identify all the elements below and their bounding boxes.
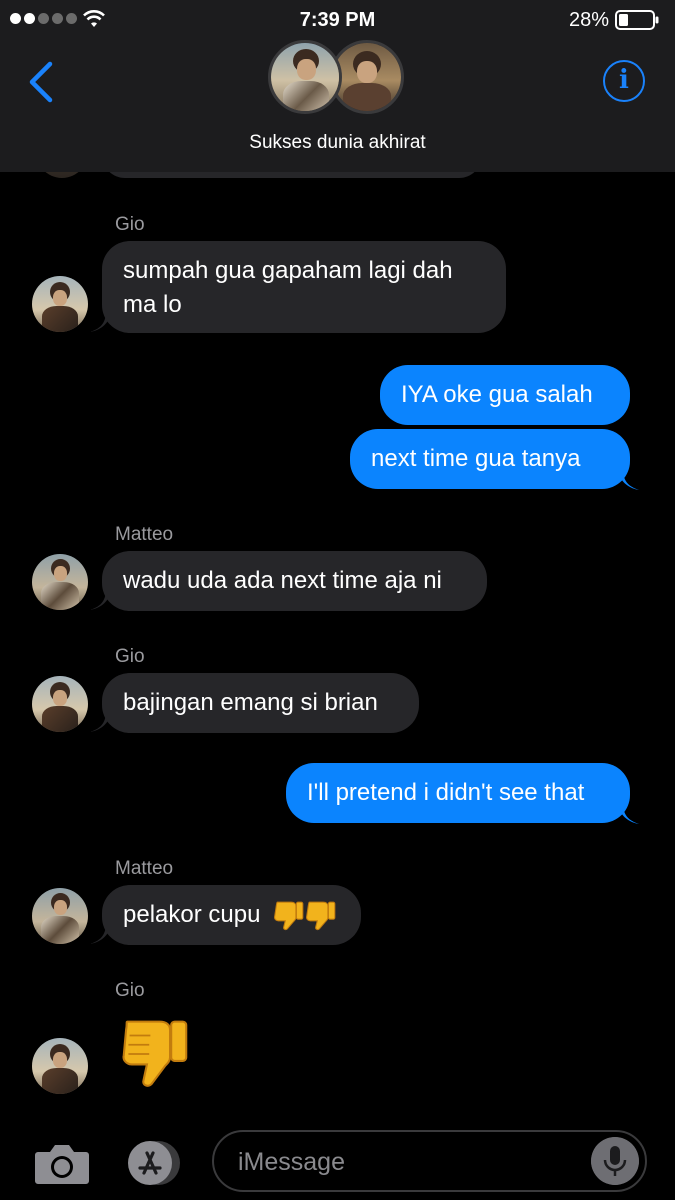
message-text: next time gua tanya — [371, 445, 581, 472]
message-input[interactable] — [238, 1144, 578, 1180]
sender-avatar — [32, 554, 88, 610]
conversation-header: 7:39 PM 28% Sukses dunia akhirat i — [0, 0, 675, 172]
message-bubble-incoming[interactable]: pelakor cupu — [102, 885, 361, 945]
status-bar: 7:39 PM 28% — [0, 0, 675, 40]
message-text: bajingan emang si brian — [123, 689, 378, 716]
sender-avatar — [32, 888, 88, 944]
group-avatars[interactable] — [268, 40, 408, 116]
message-bubble-outgoing[interactable]: next time gua tanya — [350, 429, 630, 489]
thumbs-down-icon — [274, 901, 304, 931]
info-button[interactable]: i — [603, 60, 645, 102]
message-bubble-incoming[interactable]: bajingan emang si brian — [102, 673, 419, 733]
message-bubble-outgoing[interactable]: IYA oke gua salah — [380, 365, 630, 425]
message-text: pelakor cupu — [123, 901, 261, 928]
sender-name: Matteo — [115, 524, 174, 545]
message-text: IYA oke gua salah — [401, 381, 593, 408]
sender-avatar — [32, 676, 88, 732]
sender-name: Gio — [115, 214, 145, 235]
message-thread[interactable]: Gio sumpah gua gapaham lagi dah ma lo IY… — [0, 116, 675, 1120]
sender-name: Matteo — [115, 858, 174, 879]
compose-bar — [0, 1120, 675, 1200]
sender-avatar — [32, 1038, 88, 1094]
message-field[interactable] — [212, 1130, 647, 1192]
message-text: sumpah gua gapaham lagi dah — [123, 257, 453, 284]
microphone-icon[interactable] — [591, 1137, 639, 1185]
group-member-avatar — [268, 40, 342, 114]
back-button[interactable] — [24, 60, 60, 104]
battery-icon — [615, 10, 659, 30]
thumbs-down-icon[interactable] — [118, 1017, 192, 1091]
group-name[interactable]: Sukses dunia akhirat — [0, 132, 675, 154]
message-bubble-outgoing[interactable]: I'll pretend i didn't see that — [286, 763, 630, 823]
sender-avatar — [32, 276, 88, 332]
app-store-icon[interactable] — [122, 1140, 184, 1186]
sender-name: Gio — [115, 980, 145, 1001]
thumbs-down-icon — [306, 901, 336, 931]
message-text: ma lo — [123, 291, 182, 318]
message-text: I'll pretend i didn't see that — [307, 779, 585, 806]
camera-icon[interactable] — [34, 1140, 90, 1186]
message-bubble-incoming[interactable]: sumpah gua gapaham lagi dah ma lo — [102, 241, 506, 333]
battery-percentage: 28% — [568, 9, 609, 31]
message-bubble-incoming[interactable]: wadu uda ada next time aja ni — [102, 551, 487, 611]
sender-name: Gio — [115, 646, 145, 667]
message-text: wadu uda ada next time aja ni — [123, 567, 442, 594]
messages-screen: 7:39 PM 28% Sukses dunia akhirat i Gio s… — [0, 0, 675, 1200]
